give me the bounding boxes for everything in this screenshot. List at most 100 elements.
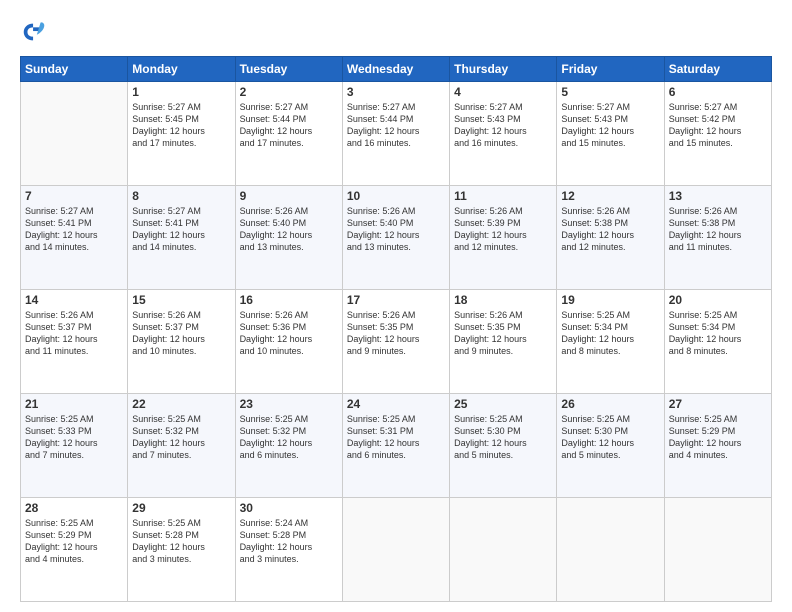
day-number: 8 [132, 189, 230, 203]
calendar-cell [450, 498, 557, 602]
day-number: 29 [132, 501, 230, 515]
header-cell-thursday: Thursday [450, 57, 557, 82]
week-row-5: 28 Sunrise: 5:25 AM Sunset: 5:29 PM Dayli… [21, 498, 772, 602]
calendar-cell [557, 498, 664, 602]
calendar-cell: 20 Sunrise: 5:25 AM Sunset: 5:34 PM Dayli… [664, 290, 771, 394]
calendar-cell: 12 Sunrise: 5:26 AM Sunset: 5:38 PM Dayli… [557, 186, 664, 290]
cell-info: Sunrise: 5:27 AM Sunset: 5:41 PM Dayligh… [25, 205, 123, 254]
calendar-cell: 4 Sunrise: 5:27 AM Sunset: 5:43 PM Daylig… [450, 82, 557, 186]
cell-info: Sunrise: 5:25 AM Sunset: 5:33 PM Dayligh… [25, 413, 123, 462]
cell-info: Sunrise: 5:25 AM Sunset: 5:30 PM Dayligh… [561, 413, 659, 462]
calendar-table: SundayMondayTuesdayWednesdayThursdayFrid… [20, 56, 772, 602]
day-number: 23 [240, 397, 338, 411]
calendar-cell [664, 498, 771, 602]
calendar-cell: 3Sunrise: 5:27 AM Sunset: 5:44 PM Daylig… [342, 82, 449, 186]
day-number: 2 [240, 85, 338, 99]
day-number: 24 [347, 397, 445, 411]
calendar-cell: 11 Sunrise: 5:26 AM Sunset: 5:39 PM Dayli… [450, 186, 557, 290]
day-number: 27 [669, 397, 767, 411]
day-number: 6 [669, 85, 767, 99]
header-cell-sunday: Sunday [21, 57, 128, 82]
calendar-cell: 1Sunrise: 5:27 AM Sunset: 5:45 PM Daylig… [128, 82, 235, 186]
calendar-cell: 14Sunrise: 5:26 AM Sunset: 5:37 PM Dayli… [21, 290, 128, 394]
cell-info: Sunrise: 5:26 AM Sunset: 5:35 PM Dayligh… [347, 309, 445, 358]
header-cell-monday: Monday [128, 57, 235, 82]
cell-info: Sunrise: 5:26 AM Sunset: 5:36 PM Dayligh… [240, 309, 338, 358]
cell-info: Sunrise: 5:26 AM Sunset: 5:38 PM Dayligh… [561, 205, 659, 254]
week-row-2: 7 Sunrise: 5:27 AM Sunset: 5:41 PM Daylig… [21, 186, 772, 290]
day-number: 19 [561, 293, 659, 307]
cell-info: Sunrise: 5:26 AM Sunset: 5:38 PM Dayligh… [669, 205, 767, 254]
cell-info: Sunrise: 5:25 AM Sunset: 5:29 PM Dayligh… [669, 413, 767, 462]
cell-info: Sunrise: 5:26 AM Sunset: 5:40 PM Dayligh… [347, 205, 445, 254]
calendar-cell: 16 Sunrise: 5:26 AM Sunset: 5:36 PM Dayli… [235, 290, 342, 394]
calendar-cell: 17 Sunrise: 5:26 AM Sunset: 5:35 PM Dayli… [342, 290, 449, 394]
cell-info: Sunrise: 5:27 AM Sunset: 5:42 PM Dayligh… [669, 101, 767, 150]
cell-info: Sunrise: 5:27 AM Sunset: 5:41 PM Dayligh… [132, 205, 230, 254]
cell-info: Sunrise: 5:26 AM Sunset: 5:39 PM Dayligh… [454, 205, 552, 254]
day-number: 9 [240, 189, 338, 203]
calendar-cell: 25 Sunrise: 5:25 AM Sunset: 5:30 PM Dayli… [450, 394, 557, 498]
day-number: 7 [25, 189, 123, 203]
calendar-cell [342, 498, 449, 602]
day-number: 10 [347, 189, 445, 203]
header-cell-friday: Friday [557, 57, 664, 82]
day-number: 30 [240, 501, 338, 515]
cell-info: Sunrise: 5:27 AM Sunset: 5:44 PM Dayligh… [240, 101, 338, 150]
cell-info: Sunrise: 5:25 AM Sunset: 5:30 PM Dayligh… [454, 413, 552, 462]
calendar-cell: 26 Sunrise: 5:25 AM Sunset: 5:30 PM Dayli… [557, 394, 664, 498]
logo [20, 18, 52, 46]
calendar-cell: 18Sunrise: 5:26 AM Sunset: 5:35 PM Dayli… [450, 290, 557, 394]
cell-info: Sunrise: 5:25 AM Sunset: 5:31 PM Dayligh… [347, 413, 445, 462]
day-number: 25 [454, 397, 552, 411]
week-row-1: 1Sunrise: 5:27 AM Sunset: 5:45 PM Daylig… [21, 82, 772, 186]
cell-info: Sunrise: 5:27 AM Sunset: 5:43 PM Dayligh… [454, 101, 552, 150]
calendar-cell: 8 Sunrise: 5:27 AM Sunset: 5:41 PM Daylig… [128, 186, 235, 290]
header-cell-wednesday: Wednesday [342, 57, 449, 82]
cell-info: Sunrise: 5:27 AM Sunset: 5:43 PM Dayligh… [561, 101, 659, 150]
cell-info: Sunrise: 5:26 AM Sunset: 5:37 PM Dayligh… [132, 309, 230, 358]
day-number: 4 [454, 85, 552, 99]
calendar-cell: 29 Sunrise: 5:25 AM Sunset: 5:28 PM Dayli… [128, 498, 235, 602]
calendar-cell: 23Sunrise: 5:25 AM Sunset: 5:32 PM Dayli… [235, 394, 342, 498]
calendar-cell: 22Sunrise: 5:25 AM Sunset: 5:32 PM Dayli… [128, 394, 235, 498]
cell-info: Sunrise: 5:25 AM Sunset: 5:34 PM Dayligh… [669, 309, 767, 358]
day-number: 3 [347, 85, 445, 99]
header [20, 18, 772, 46]
calendar-cell: 10 Sunrise: 5:26 AM Sunset: 5:40 PM Dayli… [342, 186, 449, 290]
day-number: 16 [240, 293, 338, 307]
day-number: 12 [561, 189, 659, 203]
day-number: 22 [132, 397, 230, 411]
calendar-body: 1Sunrise: 5:27 AM Sunset: 5:45 PM Daylig… [21, 82, 772, 602]
calendar-cell: 6 Sunrise: 5:27 AM Sunset: 5:42 PM Daylig… [664, 82, 771, 186]
calendar-cell: 13 Sunrise: 5:26 AM Sunset: 5:38 PM Dayli… [664, 186, 771, 290]
day-number: 17 [347, 293, 445, 307]
logo-icon [20, 18, 48, 46]
calendar-cell [21, 82, 128, 186]
day-number: 26 [561, 397, 659, 411]
day-number: 11 [454, 189, 552, 203]
day-number: 21 [25, 397, 123, 411]
cell-info: Sunrise: 5:25 AM Sunset: 5:28 PM Dayligh… [132, 517, 230, 566]
cell-info: Sunrise: 5:26 AM Sunset: 5:35 PM Dayligh… [454, 309, 552, 358]
cell-info: Sunrise: 5:24 AM Sunset: 5:28 PM Dayligh… [240, 517, 338, 566]
calendar-cell: 2 Sunrise: 5:27 AM Sunset: 5:44 PM Daylig… [235, 82, 342, 186]
calendar-cell: 21 Sunrise: 5:25 AM Sunset: 5:33 PM Dayli… [21, 394, 128, 498]
day-number: 13 [669, 189, 767, 203]
day-number: 1 [132, 85, 230, 99]
cell-info: Sunrise: 5:25 AM Sunset: 5:29 PM Dayligh… [25, 517, 123, 566]
day-number: 14 [25, 293, 123, 307]
header-cell-saturday: Saturday [664, 57, 771, 82]
day-number: 20 [669, 293, 767, 307]
header-cell-tuesday: Tuesday [235, 57, 342, 82]
calendar-cell: 9Sunrise: 5:26 AM Sunset: 5:40 PM Daylig… [235, 186, 342, 290]
calendar-cell: 24 Sunrise: 5:25 AM Sunset: 5:31 PM Dayli… [342, 394, 449, 498]
header-row: SundayMondayTuesdayWednesdayThursdayFrid… [21, 57, 772, 82]
calendar-cell: 27 Sunrise: 5:25 AM Sunset: 5:29 PM Dayli… [664, 394, 771, 498]
calendar-cell: 30 Sunrise: 5:24 AM Sunset: 5:28 PM Dayli… [235, 498, 342, 602]
calendar-cell: 5Sunrise: 5:27 AM Sunset: 5:43 PM Daylig… [557, 82, 664, 186]
calendar-cell: 28 Sunrise: 5:25 AM Sunset: 5:29 PM Dayli… [21, 498, 128, 602]
cell-info: Sunrise: 5:25 AM Sunset: 5:34 PM Dayligh… [561, 309, 659, 358]
day-number: 28 [25, 501, 123, 515]
calendar-cell: 15Sunrise: 5:26 AM Sunset: 5:37 PM Dayli… [128, 290, 235, 394]
